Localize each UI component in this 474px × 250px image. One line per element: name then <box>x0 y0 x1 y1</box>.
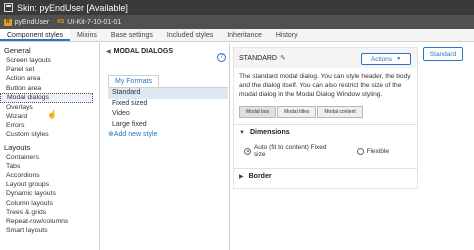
subtab-modal-titles[interactable]: Modal titles <box>277 106 317 118</box>
sidebar-item-panel-set[interactable]: Panel set <box>0 65 99 74</box>
sidebar-item-dynamic-layouts[interactable]: Dynamic layouts <box>0 189 99 198</box>
panel-description: The standard modal dialog. You can style… <box>239 73 411 98</box>
chevron-down-icon: ▼ <box>396 56 402 62</box>
sidebar-item-accordions[interactable]: Accordions <box>0 171 99 180</box>
style-panel: STANDARD ✎ Actions ▼ The standard modal … <box>233 47 418 189</box>
radio-flexible[interactable] <box>356 147 364 155</box>
sidebar-item-button-area[interactable]: Button area <box>0 84 99 93</box>
border-label: Border <box>248 173 272 180</box>
rs-badge: RS <box>57 18 65 25</box>
subtab-modal-content[interactable]: Modal content <box>317 106 363 118</box>
chevron-down-icon: ▼ <box>239 129 245 136</box>
size-radio-group: Auto (fit to content) Fixed size Flexibl… <box>234 140 417 162</box>
panel-title: STANDARD <box>239 54 277 62</box>
my-formats-tabstrip: My Formats <box>108 75 228 88</box>
skin-icon <box>4 3 13 12</box>
add-new-style-label: Add new style <box>113 131 158 138</box>
middle-title: MODAL DIALOGS <box>113 47 173 55</box>
border-section-header[interactable]: ▶ Border <box>234 168 417 184</box>
ruleset-label: UI-Kit-7-10-01-01 <box>67 18 122 26</box>
subtitle: pyEndUser <box>14 18 50 26</box>
actions-button[interactable]: Actions ▼ <box>361 53 411 65</box>
collapse-caret-icon[interactable]: ◀ <box>106 48 111 55</box>
sidebar-item-modal-dialogs[interactable]: Modal dialogs <box>0 92 93 103</box>
radio-auto-label: Auto (fit to content) Fixed size <box>253 144 327 158</box>
sidebar-item-trees-grids[interactable]: Trees & grids <box>0 208 99 217</box>
radio-flexible-label: Flexible <box>366 147 389 155</box>
dimensions-section-header[interactable]: ▼ Dimensions <box>234 124 417 140</box>
tab-my-formats[interactable]: My Formats <box>108 75 159 87</box>
sidebar-item-layout-groups[interactable]: Layout groups <box>0 180 99 189</box>
actions-label: Actions <box>370 55 393 63</box>
sidebar: General Screen layouts Panel set Action … <box>0 43 100 250</box>
sidebar-heading-layouts: Layouts <box>4 142 31 152</box>
subtab-modal-box[interactable]: Modal box <box>239 106 277 118</box>
sidebar-item-repeat-row-columns[interactable]: Repeat-row/columns <box>0 217 99 226</box>
sidebar-heading-general: General <box>4 46 31 55</box>
radio-auto[interactable] <box>244 147 251 155</box>
format-item-large-fixed[interactable]: Large fixed <box>108 120 228 131</box>
hand-cursor-icon: ☝ <box>47 110 57 119</box>
sidebar-item-smart-layouts[interactable]: Smart layouts <box>0 226 99 235</box>
add-new-style-link[interactable]: ⊕Add new style <box>108 130 229 140</box>
tab-component-styles[interactable]: Component styles <box>0 29 71 41</box>
panel-subtabs: Modal box Modal titles Modal content <box>239 106 412 118</box>
window-title: Skin: pyEndUser [Available] <box>17 2 128 13</box>
tab-bar: Component styles Mixins Base settings In… <box>0 29 474 42</box>
pencil-icon[interactable]: ✎ <box>280 54 286 62</box>
sub-bar: R pyEndUser RS UI-Kit-7-10-01-01 <box>0 15 474 29</box>
format-list: Standard Fixed sized Video Large fixed <box>108 88 228 130</box>
title-bar: Skin: pyEndUser [Available] <box>0 0 474 15</box>
sidebar-item-containers[interactable]: Containers <box>0 153 99 162</box>
tab-history[interactable]: History <box>269 29 305 41</box>
sidebar-item-errors[interactable]: Errors <box>0 121 99 130</box>
sidebar-item-action-area[interactable]: Action area <box>0 74 99 83</box>
format-item-fixed-sized[interactable]: Fixed sized <box>108 99 228 110</box>
format-item-video[interactable]: Video <box>108 109 228 120</box>
tab-mixins[interactable]: Mixins <box>70 29 104 41</box>
chevron-right-icon: ▶ <box>239 174 244 180</box>
sidebar-item-screen-layouts[interactable]: Screen layouts <box>0 56 99 65</box>
format-item-standard[interactable]: Standard <box>108 88 228 99</box>
tab-included-styles[interactable]: Included styles <box>160 29 220 41</box>
middle-header: ◀ MODAL DIALOGS <box>102 43 229 59</box>
tab-inheritance[interactable]: Inheritance <box>220 29 269 41</box>
tab-base-settings[interactable]: Base settings <box>104 29 160 41</box>
sidebar-item-tabs[interactable]: Tabs <box>0 162 99 171</box>
middle-column: ◀ MODAL DIALOGS ? My Formats Standard Fi… <box>102 43 230 250</box>
sidebar-item-column-layouts[interactable]: Column layouts <box>0 199 99 208</box>
sidebar-item-custom-styles[interactable]: Custom styles <box>0 130 99 139</box>
help-icon[interactable]: ? <box>217 53 226 62</box>
standard-button[interactable]: Standard <box>423 47 463 61</box>
dimensions-label: Dimensions <box>249 129 290 136</box>
r-badge: R <box>4 18 12 26</box>
